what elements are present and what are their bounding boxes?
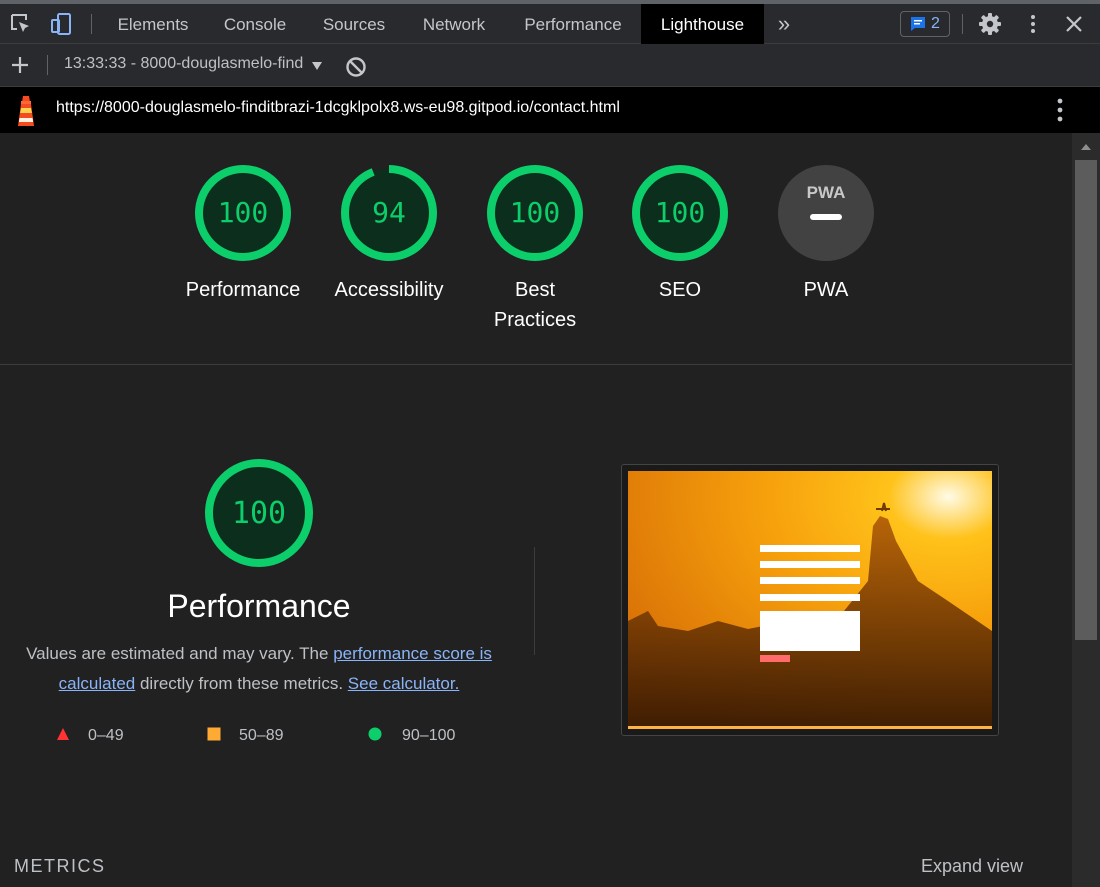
gauge-score: 94 bbox=[372, 196, 406, 229]
dropdown-arrow-icon[interactable] bbox=[311, 61, 323, 71]
gauge-label: Accessibility bbox=[334, 279, 444, 301]
settings-gear-icon[interactable] bbox=[978, 12, 1002, 36]
more-tabs-button[interactable]: » bbox=[770, 4, 798, 44]
more-options-icon[interactable] bbox=[1021, 12, 1045, 36]
issues-count: 2 bbox=[931, 15, 940, 32]
vertical-divider bbox=[534, 547, 535, 655]
desc-text: directly from these metrics. bbox=[135, 674, 348, 693]
square-icon bbox=[207, 727, 221, 741]
performance-gauge-large: 100 bbox=[205, 459, 313, 567]
desc-text: Values are estimated and may vary. The bbox=[26, 644, 334, 663]
final-screenshot[interactable] bbox=[621, 464, 999, 736]
gauge-score: 100 bbox=[510, 196, 561, 229]
performance-description: Values are estimated and may vary. The p… bbox=[15, 639, 503, 699]
clear-reports-icon[interactable] bbox=[345, 56, 367, 78]
tab-sources[interactable]: Sources bbox=[306, 4, 402, 44]
gauge-pwa[interactable]: PWA PWA bbox=[751, 163, 901, 305]
legend-label: 0–49 bbox=[88, 727, 124, 744]
legend-label: 50–89 bbox=[239, 727, 284, 744]
gauge-label: Performance bbox=[185, 279, 301, 301]
tab-elements[interactable]: Elements bbox=[103, 4, 203, 44]
pwa-badge-text: PWA bbox=[807, 183, 846, 202]
gauge-seo[interactable]: 100 SEO bbox=[605, 163, 755, 305]
devtools-tab-bar: Elements Console Sources Network Perform… bbox=[0, 4, 1100, 44]
toolbar-separator bbox=[47, 55, 48, 75]
new-report-plus-icon[interactable] bbox=[10, 55, 30, 75]
performance-heading: Performance bbox=[167, 588, 351, 624]
legend-pass: 90–100 bbox=[368, 727, 455, 745]
circle-icon bbox=[368, 727, 382, 741]
triangle-icon bbox=[57, 728, 69, 740]
gauge-label: SEO bbox=[658, 279, 702, 301]
gauge-label: PWA bbox=[803, 279, 849, 301]
scroll-up-arrow-icon[interactable] bbox=[1080, 143, 1092, 151]
section-divider bbox=[0, 364, 1072, 365]
close-devtools-icon[interactable] bbox=[1062, 12, 1086, 36]
scrollbar-thumb[interactable] bbox=[1075, 160, 1097, 640]
gauge-performance[interactable]: 100 Performance bbox=[168, 163, 318, 305]
tab-console[interactable]: Console bbox=[207, 4, 303, 44]
lighthouse-toolbar: 13:33:33 - 8000-douglasmelo-findi bbox=[0, 44, 1100, 87]
lighthouse-logo-icon bbox=[18, 96, 34, 126]
tab-lighthouse[interactable]: Lighthouse bbox=[641, 4, 764, 44]
report-selector[interactable]: 13:33:33 - 8000-douglasmelo-findi bbox=[64, 55, 304, 77]
inspect-element-icon[interactable] bbox=[9, 12, 33, 36]
issues-button[interactable]: 2 bbox=[900, 11, 950, 37]
legend-label: 90–100 bbox=[402, 727, 456, 744]
gauge-score: 100 bbox=[655, 196, 706, 229]
metrics-heading: METRICS bbox=[14, 856, 106, 876]
chat-icon bbox=[911, 17, 925, 31]
report-menu-icon[interactable] bbox=[1050, 97, 1070, 123]
gauge-label: Best Practices bbox=[493, 279, 577, 331]
toolbar-separator bbox=[91, 14, 92, 34]
gauge-score: 100 bbox=[218, 196, 269, 229]
see-calculator-link[interactable]: See calculator. bbox=[348, 674, 460, 693]
pwa-dash-icon bbox=[810, 214, 842, 220]
device-toolbar-icon[interactable] bbox=[49, 12, 73, 36]
report-url-bar: https://8000-douglasmelo-finditbrazi-1dc… bbox=[0, 87, 1100, 133]
lighthouse-report: 100 Performance 94 Accessibility 100 Bes… bbox=[0, 133, 1072, 887]
gauge-score: 100 bbox=[232, 496, 286, 531]
screenshot-image bbox=[628, 471, 992, 729]
scrollbar[interactable] bbox=[1072, 133, 1100, 887]
legend-average: 50–89 bbox=[207, 727, 284, 745]
toolbar-separator bbox=[962, 14, 963, 34]
gauge-accessibility[interactable]: 94 Accessibility bbox=[314, 163, 464, 305]
tab-performance[interactable]: Performance bbox=[508, 4, 638, 44]
tab-network[interactable]: Network bbox=[405, 4, 503, 44]
legend-fail: 0–49 bbox=[56, 727, 124, 745]
gauge-best-practices[interactable]: 100 Best Practices bbox=[460, 163, 610, 335]
report-url[interactable]: https://8000-douglasmelo-finditbrazi-1dc… bbox=[56, 99, 620, 117]
expand-view-button[interactable]: Expand view bbox=[921, 856, 1023, 877]
